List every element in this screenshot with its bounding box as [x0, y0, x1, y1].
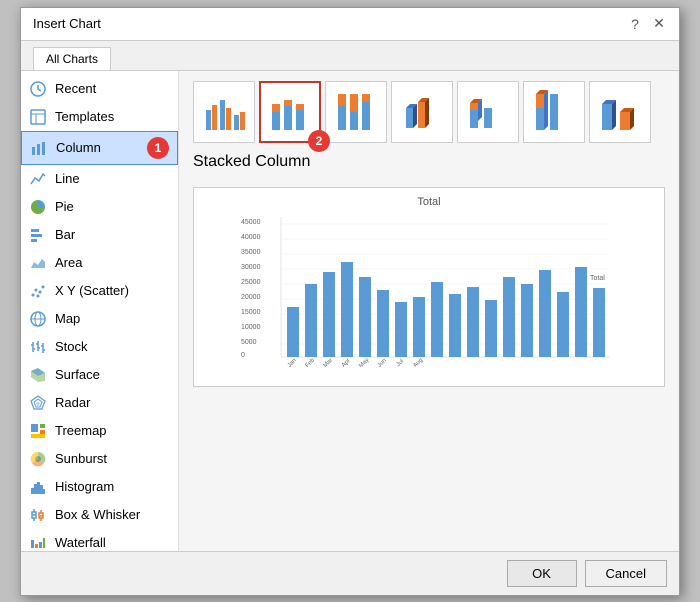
- svg-text:Jun: Jun: [377, 357, 388, 366]
- radar-icon: [29, 394, 47, 412]
- scatter-icon: [29, 282, 47, 300]
- recent-icon: [29, 80, 47, 98]
- svg-text:10000: 10000: [241, 324, 261, 331]
- title-bar-controls: ? ✕: [627, 16, 667, 32]
- sidebar-item-histogram[interactable]: Histogram: [21, 473, 178, 501]
- sidebar-item-stock[interactable]: Stock: [21, 333, 178, 361]
- svg-text:15000: 15000: [241, 309, 261, 316]
- svg-text:45000: 45000: [241, 219, 261, 226]
- thumbnail-3d-column[interactable]: [589, 81, 651, 143]
- thumbnail-3d-clustered[interactable]: [391, 81, 453, 143]
- svg-text:Mar: Mar: [323, 357, 335, 366]
- thumbnail-3d-100-stacked[interactable]: [523, 81, 585, 143]
- sidebar-item-recent[interactable]: Recent: [21, 75, 178, 103]
- sidebar-label-bar: Bar: [55, 227, 75, 242]
- stock-icon: [29, 338, 47, 356]
- sidebar-label-line: Line: [55, 171, 80, 186]
- waterfall-icon: [29, 534, 47, 551]
- sidebar-item-box-whisker[interactable]: Box & Whisker: [21, 501, 178, 529]
- sidebar-item-sunburst[interactable]: Sunburst: [21, 445, 178, 473]
- sidebar-label-xy-scatter: X Y (Scatter): [55, 283, 129, 298]
- close-button[interactable]: ✕: [651, 16, 667, 32]
- sidebar-item-treemap[interactable]: Treemap: [21, 417, 178, 445]
- svg-text:May: May: [358, 357, 370, 367]
- pie-icon: [29, 198, 47, 216]
- sidebar-item-radar[interactable]: Radar: [21, 389, 178, 417]
- sidebar-item-map[interactable]: Map: [21, 305, 178, 333]
- svg-text:Total: Total: [590, 275, 605, 282]
- sidebar: Recent Templates Column 1: [21, 71, 179, 551]
- area-icon: [29, 254, 47, 272]
- svg-text:40000: 40000: [241, 234, 261, 241]
- chart-preview: Total 45000 40000 35000 30000 25000 2000…: [193, 187, 665, 387]
- sidebar-item-waterfall[interactable]: Waterfall: [21, 529, 178, 551]
- thumbnail-3d-stacked[interactable]: [457, 81, 519, 143]
- sidebar-label-column: Column: [56, 140, 101, 155]
- svg-text:25000: 25000: [241, 279, 261, 286]
- sidebar-label-box-whisker: Box & Whisker: [55, 507, 140, 522]
- svg-text:35000: 35000: [241, 249, 261, 256]
- svg-text:5000: 5000: [241, 339, 257, 346]
- sidebar-label-stock: Stock: [55, 339, 88, 354]
- sidebar-item-column[interactable]: Column 1: [21, 131, 178, 165]
- ok-button[interactable]: OK: [507, 560, 577, 587]
- line-icon: [29, 170, 47, 188]
- sidebar-item-area[interactable]: Area: [21, 249, 178, 277]
- svg-text:30000: 30000: [241, 264, 261, 271]
- column-icon: [30, 139, 48, 157]
- sidebar-label-sunburst: Sunburst: [55, 451, 107, 466]
- chart-preview-title: Total: [202, 196, 656, 208]
- sidebar-label-waterfall: Waterfall: [55, 535, 106, 550]
- annotation-2: 2: [308, 130, 330, 152]
- sidebar-label-radar: Radar: [55, 395, 90, 410]
- sidebar-item-bar[interactable]: Bar: [21, 221, 178, 249]
- thumbnail-clustered-column[interactable]: [193, 81, 255, 143]
- sidebar-item-templates[interactable]: Templates: [21, 103, 178, 131]
- insert-chart-dialog: Insert Chart ? ✕ All Charts Recent: [20, 7, 680, 596]
- dialog-title: Insert Chart: [33, 16, 101, 31]
- svg-text:Aug: Aug: [412, 357, 424, 367]
- svg-text:Jan: Jan: [287, 357, 298, 366]
- sidebar-label-recent: Recent: [55, 81, 96, 96]
- dialog-footer: OK Cancel: [21, 551, 679, 595]
- sidebar-label-area: Area: [55, 255, 82, 270]
- dialog-body: Recent Templates Column 1: [21, 71, 679, 551]
- annotation-1: 1: [147, 137, 169, 159]
- title-bar: Insert Chart ? ✕: [21, 8, 679, 41]
- chart-preview-svg: 45000 40000 35000 30000 25000 20000 1500…: [202, 212, 656, 367]
- map-icon: [29, 310, 47, 328]
- thumbnail-100-stacked-column[interactable]: [325, 81, 387, 143]
- histogram-icon: [29, 478, 47, 496]
- dialog-tabs: All Charts: [21, 41, 679, 71]
- sidebar-label-surface: Surface: [55, 367, 100, 382]
- templates-icon: [29, 108, 47, 126]
- sidebar-label-pie: Pie: [55, 199, 74, 214]
- content-area: 2: [179, 71, 679, 551]
- sidebar-item-pie[interactable]: Pie: [21, 193, 178, 221]
- sidebar-item-line[interactable]: Line: [21, 165, 178, 193]
- surface-icon: [29, 366, 47, 384]
- sidebar-label-map: Map: [55, 311, 80, 326]
- svg-text:Feb: Feb: [305, 357, 317, 367]
- treemap-icon: [29, 422, 47, 440]
- chart-type-label: Stacked Column: [193, 153, 665, 171]
- sidebar-label-treemap: Treemap: [55, 423, 107, 438]
- tab-all-charts[interactable]: All Charts: [33, 47, 111, 70]
- box-whisker-icon: [29, 506, 47, 524]
- cancel-button[interactable]: Cancel: [585, 560, 667, 587]
- svg-text:Apr: Apr: [341, 357, 352, 366]
- svg-text:20000: 20000: [241, 294, 261, 301]
- bar-icon: [29, 226, 47, 244]
- sidebar-item-xy-scatter[interactable]: X Y (Scatter): [21, 277, 178, 305]
- sunburst-icon: [29, 450, 47, 468]
- sidebar-label-templates: Templates: [55, 109, 114, 124]
- thumbnail-stacked-column[interactable]: 2: [259, 81, 321, 143]
- sidebar-label-histogram: Histogram: [55, 479, 114, 494]
- sidebar-item-surface[interactable]: Surface: [21, 361, 178, 389]
- help-button[interactable]: ?: [627, 16, 643, 32]
- svg-text:0: 0: [241, 352, 245, 359]
- svg-text:Jul: Jul: [395, 358, 405, 367]
- chart-thumbnails: 2: [193, 81, 665, 143]
